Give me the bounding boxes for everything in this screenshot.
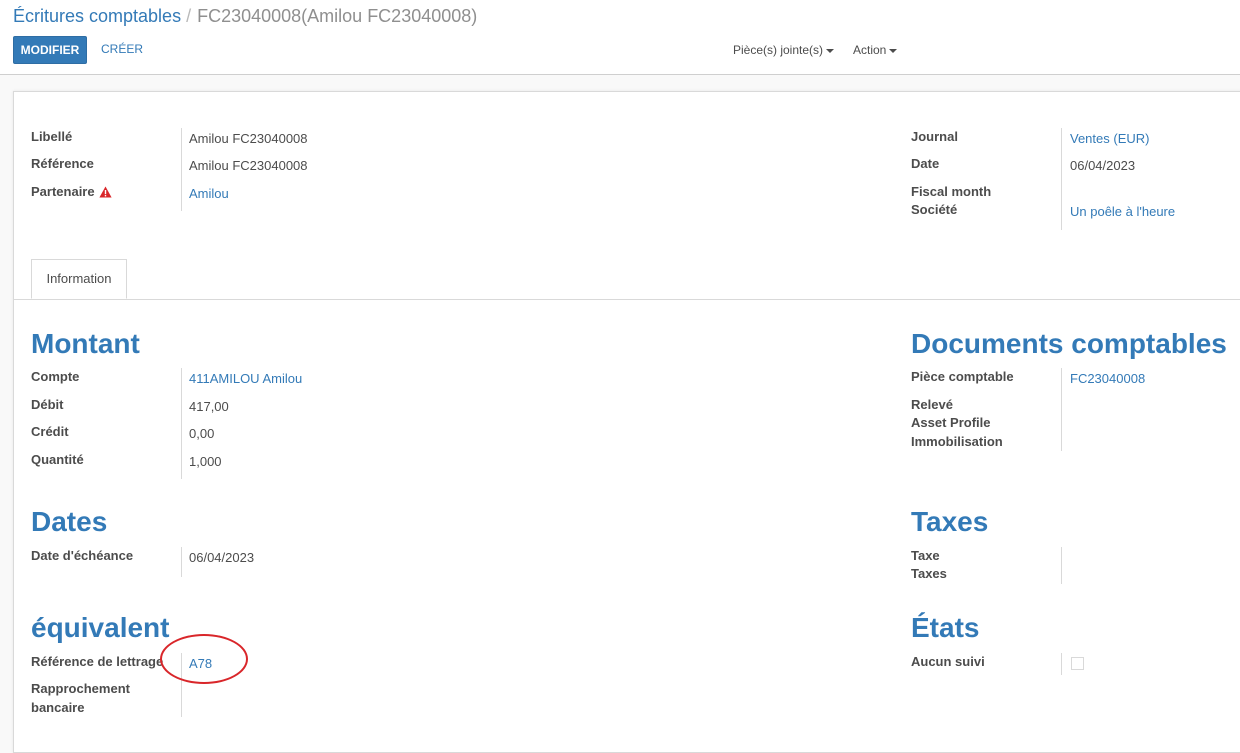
breadcrumb-separator: / — [186, 6, 192, 26]
breadcrumb: Écritures comptables / FC23040008(Amilou F… — [13, 6, 477, 27]
equivalent-title: équivalent — [31, 612, 170, 643]
partner-label-text: Partenaire — [31, 184, 95, 199]
field-divider — [181, 128, 182, 211]
compte-label: Compte — [31, 369, 80, 384]
piece-label: Pièce comptable — [911, 369, 1014, 384]
attachments-dropdown[interactable]: Pièce(s) jointe(s) — [733, 43, 835, 57]
fiscal-month-label: Fiscal month — [911, 184, 992, 199]
debit-label: Débit — [31, 397, 64, 412]
field-divider — [1061, 128, 1062, 230]
lettrage-label: Référence de lettrage — [31, 654, 164, 669]
credit-value: 0,00 — [189, 426, 215, 441]
edit-button[interactable]: MODIFIER — [13, 36, 87, 64]
control-panel: Écritures comptables / FC23040008(Amilou F… — [0, 0, 1240, 75]
action-label: Action — [853, 43, 887, 57]
libelle-value: Amilou FC23040008 — [189, 131, 308, 146]
breadcrumb-root-link[interactable]: Écritures comptables — [13, 6, 181, 26]
journal-label: Journal — [911, 129, 958, 144]
documents-title: Documents comptables — [911, 328, 1227, 359]
rapprochement-label: Rapprochement — [31, 681, 130, 696]
partner-link[interactable]: Amilou — [189, 185, 229, 203]
attachments-label: Pièce(s) jointe(s) — [733, 43, 824, 57]
breadcrumb-current: FC23040008(Amilou FC23040008) — [197, 6, 478, 26]
immobilisation-label: Immobilisation — [911, 434, 1003, 449]
warning-icon — [98, 186, 112, 198]
field-divider — [1061, 653, 1062, 675]
echeance-value: 06/04/2023 — [189, 550, 255, 565]
field-divider — [1061, 547, 1062, 584]
journal-link[interactable]: Ventes (EUR) — [1070, 130, 1149, 148]
date-value: 06/04/2023 — [1070, 158, 1136, 173]
field-divider — [1061, 368, 1062, 451]
suivi-label: Aucun suivi — [911, 654, 985, 669]
form-sheet: Libellé Amilou FC23040008 Référence Amil… — [13, 91, 1240, 753]
releve-label: Relevé — [911, 397, 953, 412]
taxes-label: Taxes — [911, 566, 947, 581]
montant-title: Montant — [31, 328, 140, 359]
tab-information[interactable]: Information — [31, 259, 127, 299]
quantite-value: 1,000 — [189, 454, 222, 469]
date-label: Date — [911, 156, 940, 171]
compte-link[interactable]: 411AMILOU Amilou — [189, 370, 302, 388]
create-button[interactable]: CRÉER — [101, 42, 143, 56]
rapprochement-label-line2: bancaire — [31, 700, 85, 715]
dates-title: Dates — [31, 506, 108, 537]
libelle-label: Libellé — [31, 129, 73, 144]
company-label: Société — [911, 202, 958, 217]
piece-link[interactable]: FC23040008 — [1070, 370, 1145, 388]
field-divider — [181, 547, 182, 577]
credit-label: Crédit — [31, 424, 69, 439]
caret-down-icon — [826, 48, 835, 53]
action-dropdown[interactable]: Action — [853, 43, 898, 57]
echeance-label: Date d'échéance — [31, 548, 134, 563]
reference-value: Amilou FC23040008 — [189, 158, 308, 173]
partner-label: Partenaire — [31, 183, 112, 201]
asset-profile-label: Asset Profile — [911, 415, 991, 430]
taxes-title: Taxes — [911, 506, 989, 537]
field-divider — [181, 368, 182, 479]
suivi-checkbox[interactable] — [1071, 657, 1084, 670]
reference-label: Référence — [31, 156, 94, 171]
taxe-label: Taxe — [911, 548, 940, 563]
tab-bar — [14, 299, 1240, 300]
quantite-label: Quantité — [31, 452, 84, 467]
company-link[interactable]: Un poêle à l'heure — [1070, 203, 1175, 221]
debit-value: 417,00 — [189, 399, 229, 414]
etats-title: États — [911, 612, 980, 643]
annotation-circle — [160, 634, 248, 684]
caret-down-icon — [889, 48, 898, 53]
